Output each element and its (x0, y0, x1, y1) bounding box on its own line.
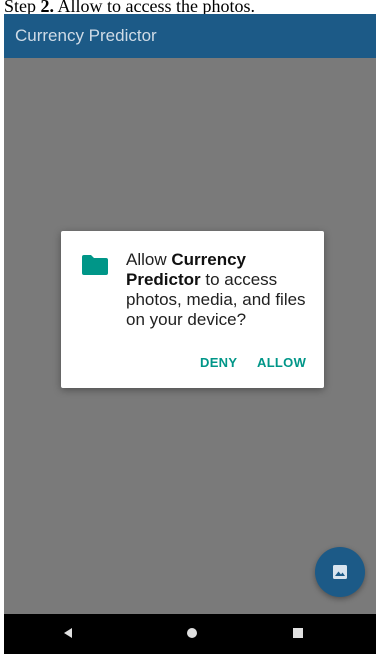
message-prefix: Allow (126, 250, 172, 269)
app-title: Currency Predictor (15, 26, 157, 45)
app-bar: Currency Predictor (4, 14, 376, 58)
allow-button[interactable]: ALLOW (257, 355, 306, 370)
back-icon[interactable] (61, 626, 75, 640)
pick-image-button[interactable] (315, 547, 365, 597)
folder-icon (82, 255, 108, 275)
home-icon[interactable] (185, 626, 199, 640)
image-icon (333, 565, 347, 579)
recents-icon[interactable] (291, 626, 305, 640)
system-nav-bar (4, 614, 376, 654)
deny-button[interactable]: DENY (200, 355, 237, 370)
permission-message: Allow Currency Predictor to access photo… (126, 250, 316, 330)
phone-screen: Currency Predictor Allow Currency Predic… (4, 14, 376, 654)
permission-dialog: Allow Currency Predictor to access photo… (61, 231, 324, 388)
